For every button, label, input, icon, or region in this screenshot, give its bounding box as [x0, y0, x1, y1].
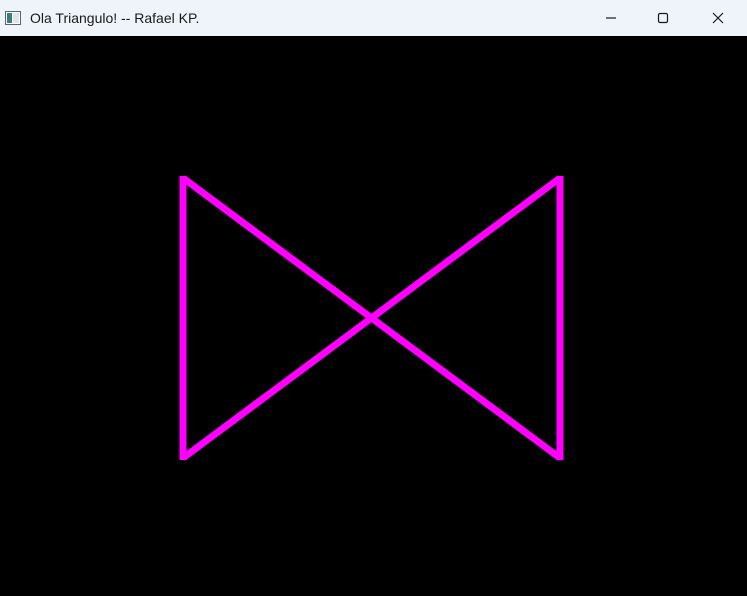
maximize-button[interactable] [640, 0, 686, 36]
maximize-icon [657, 12, 669, 24]
window-title: Ola Triangulo! -- Rafael KP. [30, 10, 200, 26]
minimize-button[interactable] [588, 0, 634, 36]
bowtie-drawing [179, 175, 564, 461]
render-canvas [0, 36, 747, 596]
application-window-icon [5, 10, 21, 26]
minimize-icon [605, 12, 617, 24]
app-window: Ola Triangulo! -- Rafael KP. [0, 0, 747, 596]
close-icon [712, 12, 724, 24]
title-bar[interactable]: Ola Triangulo! -- Rafael KP. [0, 0, 747, 36]
close-button[interactable] [695, 0, 741, 36]
